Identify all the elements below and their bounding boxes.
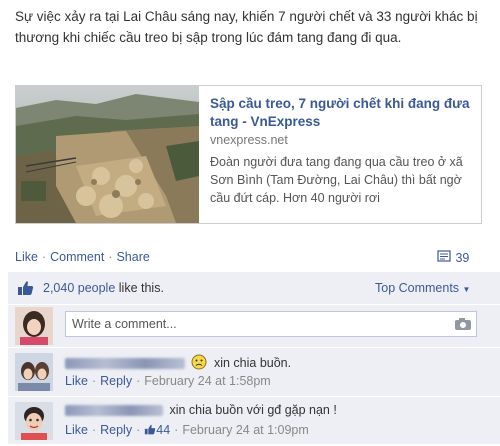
comment-timestamp[interactable]: February 24 at 1:58pm [144,374,270,388]
separator-dot: · [108,250,113,264]
comment-likes-count[interactable]: 44 [144,423,170,437]
comment-reply-button[interactable]: Reply [100,374,132,388]
link-title[interactable]: Sập cầu treo, 7 người chết khi đang đưa … [210,95,472,131]
post-text: Sự việc xảy ra tại Lai Châu sáng nay, kh… [15,9,478,45]
thumbs-up-icon [144,423,156,437]
shared-link-card[interactable]: Sập cầu treo, 7 người chết khi đang đưa … [15,85,482,224]
post-actions: Like · Comment · Share [15,250,150,264]
link-thumbnail[interactable] [16,86,199,223]
comment-like-button[interactable]: Like [65,374,88,388]
avatar [15,307,53,345]
share-button[interactable]: Share [116,250,149,264]
likes-suffix: like this. [115,281,164,295]
sort-label: Top Comments [375,281,460,295]
comment-button[interactable]: Comment [50,250,104,264]
thumbs-up-icon [17,280,34,301]
link-description: Đoàn người đưa tang đang qua cầu treo ở … [210,155,463,205]
separator-dot: · [136,423,141,437]
camera-icon[interactable] [454,317,471,330]
comments-section: 2,040 people like this. Top Comments ▼ W… [8,272,500,446]
comment-text: xin chia buồn với gđ gặp nạn ! [169,403,337,417]
comment-author-name[interactable] [65,405,163,417]
chevron-down-icon: ▼ [462,285,471,294]
comment-reply-button[interactable]: Reply [100,423,132,437]
comment-like-button[interactable]: Like [65,423,88,437]
separator-dot: · [91,423,97,437]
avatar[interactable] [15,353,53,391]
comment-count-value: 39 [455,250,470,265]
separator-dot: · [174,423,179,437]
sad-face-icon [191,354,207,373]
comment-item: xin chia buồn với gđ gặp nạn ! Like · Repl… [8,397,500,446]
likes-summary: 2,040 people like this. [43,281,164,295]
like-button[interactable]: Like [15,250,38,264]
comment-timestamp[interactable]: February 24 at 1:09pm [182,423,308,437]
comment-count[interactable]: 39 [437,250,469,267]
separator-dot: · [91,374,97,388]
comment-author-name[interactable] [65,358,185,369]
comment-count-icon [437,250,452,267]
comment-composer: Write a comment... [8,305,500,348]
likes-count-link[interactable]: 2,040 people [43,281,115,295]
comment-text: xin chia buồn. [213,355,292,370]
comment-item: xin chia buồn. Like · Reply · February 24 at… [8,348,500,397]
link-source: vnexpress.net [210,133,288,147]
separator-dot: · [136,374,141,388]
separator-dot: · [41,250,47,264]
avatar[interactable] [15,402,53,440]
sort-comments-dropdown[interactable]: Top Comments ▼ [375,281,470,295]
comment-likes-value: 44 [156,423,171,437]
comment-input[interactable]: Write a comment... [65,311,477,337]
likes-row: 2,040 people like this. Top Comments ▼ [8,272,500,305]
